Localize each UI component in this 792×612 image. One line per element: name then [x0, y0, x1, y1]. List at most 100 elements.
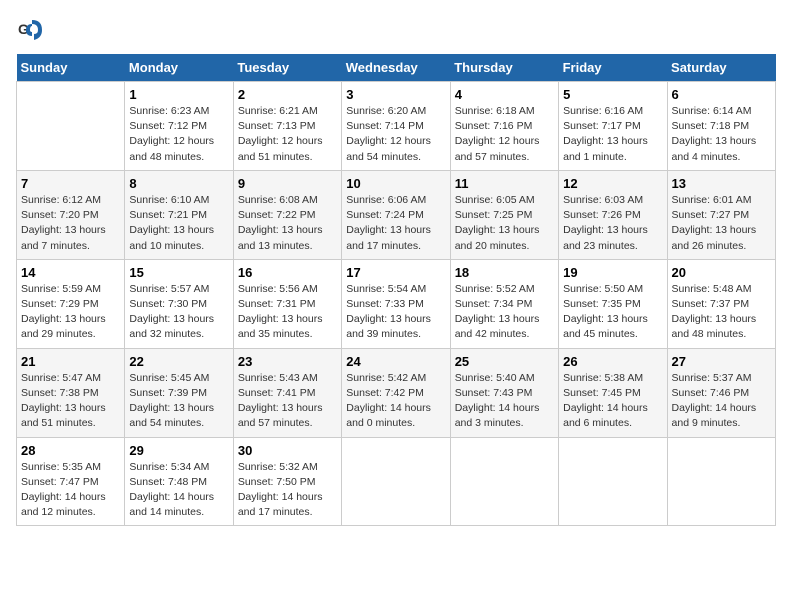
calendar-cell: 15 Sunrise: 5:57 AM Sunset: 7:30 PM Dayli… [125, 259, 233, 348]
calendar-week-row: 1 Sunrise: 6:23 AM Sunset: 7:12 PM Daylig… [17, 82, 776, 171]
day-info: Sunrise: 6:10 AM Sunset: 7:21 PM Dayligh… [129, 193, 228, 254]
day-info: Sunrise: 5:35 AM Sunset: 7:47 PM Dayligh… [21, 460, 120, 521]
day-number: 11 [455, 176, 554, 191]
weekday-header: Monday [125, 54, 233, 82]
day-info: Sunrise: 5:47 AM Sunset: 7:38 PM Dayligh… [21, 371, 120, 432]
calendar-week-row: 21 Sunrise: 5:47 AM Sunset: 7:38 PM Dayli… [17, 348, 776, 437]
day-number: 6 [672, 87, 771, 102]
day-info: Sunrise: 5:42 AM Sunset: 7:42 PM Dayligh… [346, 371, 445, 432]
day-info: Sunrise: 5:48 AM Sunset: 7:37 PM Dayligh… [672, 282, 771, 343]
day-info: Sunrise: 5:54 AM Sunset: 7:33 PM Dayligh… [346, 282, 445, 343]
calendar-table: SundayMondayTuesdayWednesdayThursdayFrid… [16, 54, 776, 526]
day-number: 8 [129, 176, 228, 191]
weekday-header: Sunday [17, 54, 125, 82]
calendar-cell: 19 Sunrise: 5:50 AM Sunset: 7:35 PM Dayli… [559, 259, 667, 348]
calendar-cell: 1 Sunrise: 6:23 AM Sunset: 7:12 PM Daylig… [125, 82, 233, 171]
calendar-cell: 30 Sunrise: 5:32 AM Sunset: 7:50 PM Dayli… [233, 437, 341, 526]
weekday-row: SundayMondayTuesdayWednesdayThursdayFrid… [17, 54, 776, 82]
calendar-cell [342, 437, 450, 526]
day-info: Sunrise: 6:16 AM Sunset: 7:17 PM Dayligh… [563, 104, 662, 165]
day-number: 27 [672, 354, 771, 369]
day-number: 29 [129, 443, 228, 458]
calendar-cell: 22 Sunrise: 5:45 AM Sunset: 7:39 PM Dayli… [125, 348, 233, 437]
day-info: Sunrise: 5:50 AM Sunset: 7:35 PM Dayligh… [563, 282, 662, 343]
calendar-cell: 18 Sunrise: 5:52 AM Sunset: 7:34 PM Dayli… [450, 259, 558, 348]
day-info: Sunrise: 6:05 AM Sunset: 7:25 PM Dayligh… [455, 193, 554, 254]
day-number: 4 [455, 87, 554, 102]
day-number: 10 [346, 176, 445, 191]
day-number: 5 [563, 87, 662, 102]
day-number: 21 [21, 354, 120, 369]
day-info: Sunrise: 6:06 AM Sunset: 7:24 PM Dayligh… [346, 193, 445, 254]
day-number: 1 [129, 87, 228, 102]
weekday-header: Wednesday [342, 54, 450, 82]
day-number: 23 [238, 354, 337, 369]
calendar-cell: 11 Sunrise: 6:05 AM Sunset: 7:25 PM Dayli… [450, 170, 558, 259]
weekday-header: Saturday [667, 54, 775, 82]
calendar-cell: 9 Sunrise: 6:08 AM Sunset: 7:22 PM Daylig… [233, 170, 341, 259]
day-number: 14 [21, 265, 120, 280]
weekday-header: Tuesday [233, 54, 341, 82]
day-number: 17 [346, 265, 445, 280]
day-info: Sunrise: 5:43 AM Sunset: 7:41 PM Dayligh… [238, 371, 337, 432]
day-info: Sunrise: 6:21 AM Sunset: 7:13 PM Dayligh… [238, 104, 337, 165]
day-info: Sunrise: 6:12 AM Sunset: 7:20 PM Dayligh… [21, 193, 120, 254]
day-number: 30 [238, 443, 337, 458]
calendar-cell: 10 Sunrise: 6:06 AM Sunset: 7:24 PM Dayli… [342, 170, 450, 259]
calendar-cell: 8 Sunrise: 6:10 AM Sunset: 7:21 PM Daylig… [125, 170, 233, 259]
calendar-cell: 28 Sunrise: 5:35 AM Sunset: 7:47 PM Dayli… [17, 437, 125, 526]
calendar-cell: 21 Sunrise: 5:47 AM Sunset: 7:38 PM Dayli… [17, 348, 125, 437]
calendar-cell: 7 Sunrise: 6:12 AM Sunset: 7:20 PM Daylig… [17, 170, 125, 259]
calendar-cell: 16 Sunrise: 5:56 AM Sunset: 7:31 PM Dayli… [233, 259, 341, 348]
calendar-cell [667, 437, 775, 526]
day-number: 16 [238, 265, 337, 280]
calendar-cell: 5 Sunrise: 6:16 AM Sunset: 7:17 PM Daylig… [559, 82, 667, 171]
day-info: Sunrise: 5:52 AM Sunset: 7:34 PM Dayligh… [455, 282, 554, 343]
calendar-cell: 26Sunrise: 5:38 AM Sunset: 7:45 PM Dayli… [559, 348, 667, 437]
day-info: Sunrise: 5:45 AM Sunset: 7:39 PM Dayligh… [129, 371, 228, 432]
day-number: 22 [129, 354, 228, 369]
weekday-header: Friday [559, 54, 667, 82]
calendar-cell: 29 Sunrise: 5:34 AM Sunset: 7:48 PM Dayli… [125, 437, 233, 526]
day-info: Sunrise: 6:03 AM Sunset: 7:26 PM Dayligh… [563, 193, 662, 254]
header: G [16, 16, 776, 44]
day-number: 13 [672, 176, 771, 191]
day-number: 20 [672, 265, 771, 280]
day-info: Sunrise: 6:23 AM Sunset: 7:12 PM Dayligh… [129, 104, 228, 165]
calendar-header: SundayMondayTuesdayWednesdayThursdayFrid… [17, 54, 776, 82]
day-info: Sunrise: 6:20 AM Sunset: 7:14 PM Dayligh… [346, 104, 445, 165]
calendar-week-row: 14 Sunrise: 5:59 AM Sunset: 7:29 PM Dayli… [17, 259, 776, 348]
calendar-cell: 27Sunrise: 5:37 AM Sunset: 7:46 PM Dayli… [667, 348, 775, 437]
day-number: 9 [238, 176, 337, 191]
day-info: Sunrise: 6:01 AM Sunset: 7:27 PM Dayligh… [672, 193, 771, 254]
calendar-cell: 25 Sunrise: 5:40 AM Sunset: 7:43 PM Dayli… [450, 348, 558, 437]
day-number: 7 [21, 176, 120, 191]
day-number: 15 [129, 265, 228, 280]
day-number: 2 [238, 87, 337, 102]
calendar-cell: 12Sunrise: 6:03 AM Sunset: 7:26 PM Dayli… [559, 170, 667, 259]
day-info: Sunrise: 5:40 AM Sunset: 7:43 PM Dayligh… [455, 371, 554, 432]
day-number: 25 [455, 354, 554, 369]
calendar-cell: 14 Sunrise: 5:59 AM Sunset: 7:29 PM Dayli… [17, 259, 125, 348]
calendar-cell: 23 Sunrise: 5:43 AM Sunset: 7:41 PM Dayli… [233, 348, 341, 437]
day-info: Sunrise: 5:59 AM Sunset: 7:29 PM Dayligh… [21, 282, 120, 343]
day-number: 18 [455, 265, 554, 280]
day-number: 19 [563, 265, 662, 280]
calendar-cell: 6Sunrise: 6:14 AM Sunset: 7:18 PM Daylig… [667, 82, 775, 171]
day-info: Sunrise: 5:38 AM Sunset: 7:45 PM Dayligh… [563, 371, 662, 432]
calendar-cell: 13 Sunrise: 6:01 AM Sunset: 7:27 PM Dayli… [667, 170, 775, 259]
day-number: 28 [21, 443, 120, 458]
logo-icon: G [16, 16, 44, 44]
day-info: Sunrise: 5:32 AM Sunset: 7:50 PM Dayligh… [238, 460, 337, 521]
day-info: Sunrise: 5:34 AM Sunset: 7:48 PM Dayligh… [129, 460, 228, 521]
day-info: Sunrise: 6:08 AM Sunset: 7:22 PM Dayligh… [238, 193, 337, 254]
calendar-cell [559, 437, 667, 526]
day-number: 3 [346, 87, 445, 102]
calendar-cell: 17 Sunrise: 5:54 AM Sunset: 7:33 PM Dayli… [342, 259, 450, 348]
day-info: Sunrise: 5:57 AM Sunset: 7:30 PM Dayligh… [129, 282, 228, 343]
calendar-cell: 4Sunrise: 6:18 AM Sunset: 7:16 PM Daylig… [450, 82, 558, 171]
calendar-body: 1 Sunrise: 6:23 AM Sunset: 7:12 PM Daylig… [17, 82, 776, 526]
weekday-header: Thursday [450, 54, 558, 82]
calendar-cell: 2 Sunrise: 6:21 AM Sunset: 7:13 PM Daylig… [233, 82, 341, 171]
day-info: Sunrise: 5:56 AM Sunset: 7:31 PM Dayligh… [238, 282, 337, 343]
